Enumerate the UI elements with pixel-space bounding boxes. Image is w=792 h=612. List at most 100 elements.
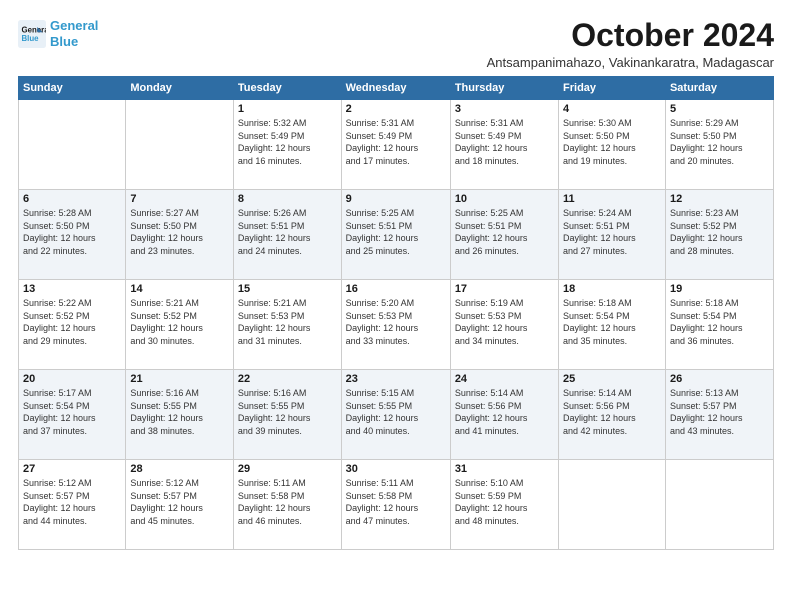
- day-info: Sunrise: 5:21 AM Sunset: 5:53 PM Dayligh…: [238, 297, 337, 347]
- day-number: 4: [563, 103, 661, 115]
- calendar-cell: 17Sunrise: 5:19 AM Sunset: 5:53 PM Dayli…: [450, 280, 558, 370]
- month-title: October 2024: [487, 18, 774, 53]
- col-monday: Monday: [126, 77, 234, 100]
- day-info: Sunrise: 5:32 AM Sunset: 5:49 PM Dayligh…: [238, 117, 337, 167]
- day-number: 28: [130, 463, 229, 475]
- calendar-cell: 14 Sunrise: 5:21 AM Sunset: 5:52 PM Dayli…: [126, 280, 234, 370]
- day-info: Sunrise: 5:21 AM Sunset: 5:52 PM Dayligh…: [130, 297, 229, 347]
- col-sunday: Sunday: [19, 77, 126, 100]
- calendar-cell: 1 Sunrise: 5:32 AM Sunset: 5:49 PM Daylig…: [233, 100, 341, 190]
- day-info: Sunrise: 5:25 AM Sunset: 5:51 PM Dayligh…: [346, 207, 446, 257]
- day-info: Sunrise: 5:17 AM Sunset: 5:54 PM Dayligh…: [23, 387, 121, 437]
- day-info: Sunrise: 5:18 AM Sunset: 5:54 PM Dayligh…: [670, 297, 769, 347]
- day-info: Sunrise: 5:20 AM Sunset: 5:53 PM Dayligh…: [346, 297, 446, 347]
- day-number: 14: [130, 283, 229, 295]
- day-info: Sunrise: 5:12 AM Sunset: 5:57 PM Dayligh…: [23, 477, 121, 527]
- calendar-cell: 15 Sunrise: 5:21 AM Sunset: 5:53 PM Dayli…: [233, 280, 341, 370]
- calendar-cell: 24 Sunrise: 5:14 AM Sunset: 5:56 PM Dayli…: [450, 370, 558, 460]
- calendar-cell: 10 Sunrise: 5:25 AM Sunset: 5:51 PM Dayli…: [450, 190, 558, 280]
- calendar-cell: [19, 100, 126, 190]
- logo-text: General Blue: [50, 18, 98, 49]
- svg-text:General: General: [22, 25, 47, 34]
- day-info: Sunrise: 5:12 AM Sunset: 5:57 PM Dayligh…: [130, 477, 229, 527]
- calendar-cell: 21Sunrise: 5:16 AM Sunset: 5:55 PM Dayli…: [126, 370, 234, 460]
- page: General Blue General Blue October 2024 A…: [0, 0, 792, 612]
- day-info: Sunrise: 5:19 AM Sunset: 5:53 PM Dayligh…: [455, 297, 554, 347]
- calendar-week-row: 1 Sunrise: 5:32 AM Sunset: 5:49 PM Daylig…: [19, 100, 774, 190]
- calendar-cell: 4 Sunrise: 5:30 AM Sunset: 5:50 PM Daylig…: [559, 100, 666, 190]
- day-info: Sunrise: 5:24 AM Sunset: 5:51 PM Dayligh…: [563, 207, 661, 257]
- calendar-cell: 13 Sunrise: 5:22 AM Sunset: 5:52 PM Dayli…: [19, 280, 126, 370]
- day-info: Sunrise: 5:26 AM Sunset: 5:51 PM Dayligh…: [238, 207, 337, 257]
- day-number: 16: [346, 283, 446, 295]
- day-number: 13: [23, 283, 121, 295]
- calendar-body: 1 Sunrise: 5:32 AM Sunset: 5:49 PM Daylig…: [19, 100, 774, 550]
- col-thursday: Thursday: [450, 77, 558, 100]
- calendar-cell: [559, 460, 666, 550]
- day-number: 6: [23, 193, 121, 205]
- day-info: Sunrise: 5:29 AM Sunset: 5:50 PM Dayligh…: [670, 117, 769, 167]
- day-number: 22: [238, 373, 337, 385]
- calendar-cell: 26 Sunrise: 5:13 AM Sunset: 5:57 PM Dayli…: [665, 370, 773, 460]
- calendar-week-row: 20Sunrise: 5:17 AM Sunset: 5:54 PM Dayli…: [19, 370, 774, 460]
- calendar-cell: 12Sunrise: 5:23 AM Sunset: 5:52 PM Dayli…: [665, 190, 773, 280]
- logo: General Blue General Blue: [18, 18, 98, 49]
- calendar-cell: 20Sunrise: 5:17 AM Sunset: 5:54 PM Dayli…: [19, 370, 126, 460]
- day-number: 9: [346, 193, 446, 205]
- day-number: 18: [563, 283, 661, 295]
- day-number: 24: [455, 373, 554, 385]
- day-number: 7: [130, 193, 229, 205]
- logo-blue: Blue: [50, 34, 78, 49]
- day-info: Sunrise: 5:16 AM Sunset: 5:55 PM Dayligh…: [238, 387, 337, 437]
- day-number: 10: [455, 193, 554, 205]
- day-info: Sunrise: 5:14 AM Sunset: 5:56 PM Dayligh…: [455, 387, 554, 437]
- day-number: 12: [670, 193, 769, 205]
- day-number: 2: [346, 103, 446, 115]
- logo-icon: General Blue: [18, 20, 46, 48]
- day-number: 5: [670, 103, 769, 115]
- day-info: Sunrise: 5:30 AM Sunset: 5:50 PM Dayligh…: [563, 117, 661, 167]
- calendar-cell: 22 Sunrise: 5:16 AM Sunset: 5:55 PM Dayli…: [233, 370, 341, 460]
- day-info: Sunrise: 5:31 AM Sunset: 5:49 PM Dayligh…: [455, 117, 554, 167]
- day-info: Sunrise: 5:11 AM Sunset: 5:58 PM Dayligh…: [238, 477, 337, 527]
- day-number: 23: [346, 373, 446, 385]
- calendar-cell: 29 Sunrise: 5:11 AM Sunset: 5:58 PM Dayli…: [233, 460, 341, 550]
- subtitle: Antsampanimahazo, Vakinankaratra, Madaga…: [487, 55, 774, 70]
- day-number: 11: [563, 193, 661, 205]
- day-number: 26: [670, 373, 769, 385]
- day-info: Sunrise: 5:13 AM Sunset: 5:57 PM Dayligh…: [670, 387, 769, 437]
- calendar-cell: 3Sunrise: 5:31 AM Sunset: 5:49 PM Daylig…: [450, 100, 558, 190]
- col-tuesday: Tuesday: [233, 77, 341, 100]
- day-number: 15: [238, 283, 337, 295]
- day-info: Sunrise: 5:10 AM Sunset: 5:59 PM Dayligh…: [455, 477, 554, 527]
- calendar-cell: 6Sunrise: 5:28 AM Sunset: 5:50 PM Daylig…: [19, 190, 126, 280]
- day-info: Sunrise: 5:18 AM Sunset: 5:54 PM Dayligh…: [563, 297, 661, 347]
- day-number: 31: [455, 463, 554, 475]
- calendar-cell: [665, 460, 773, 550]
- day-info: Sunrise: 5:25 AM Sunset: 5:51 PM Dayligh…: [455, 207, 554, 257]
- day-info: Sunrise: 5:16 AM Sunset: 5:55 PM Dayligh…: [130, 387, 229, 437]
- calendar-cell: 28 Sunrise: 5:12 AM Sunset: 5:57 PM Dayli…: [126, 460, 234, 550]
- calendar-header-row: Sunday Monday Tuesday Wednesday Thursday…: [19, 77, 774, 100]
- calendar-week-row: 6Sunrise: 5:28 AM Sunset: 5:50 PM Daylig…: [19, 190, 774, 280]
- calendar-cell: 19Sunrise: 5:18 AM Sunset: 5:54 PM Dayli…: [665, 280, 773, 370]
- day-info: Sunrise: 5:11 AM Sunset: 5:58 PM Dayligh…: [346, 477, 446, 527]
- header: General Blue General Blue October 2024 A…: [18, 18, 774, 70]
- day-number: 25: [563, 373, 661, 385]
- day-info: Sunrise: 5:15 AM Sunset: 5:55 PM Dayligh…: [346, 387, 446, 437]
- day-number: 29: [238, 463, 337, 475]
- day-number: 30: [346, 463, 446, 475]
- calendar-cell: 7Sunrise: 5:27 AM Sunset: 5:50 PM Daylig…: [126, 190, 234, 280]
- calendar-cell: 25Sunrise: 5:14 AM Sunset: 5:56 PM Dayli…: [559, 370, 666, 460]
- title-block: October 2024 Antsampanimahazo, Vakinanka…: [487, 18, 774, 70]
- logo-general: General: [50, 18, 98, 33]
- day-info: Sunrise: 5:22 AM Sunset: 5:52 PM Dayligh…: [23, 297, 121, 347]
- day-number: 1: [238, 103, 337, 115]
- calendar-cell: 30 Sunrise: 5:11 AM Sunset: 5:58 PM Dayli…: [341, 460, 450, 550]
- svg-text:Blue: Blue: [22, 34, 40, 43]
- calendar-cell: 27Sunrise: 5:12 AM Sunset: 5:57 PM Dayli…: [19, 460, 126, 550]
- col-saturday: Saturday: [665, 77, 773, 100]
- calendar-week-row: 27Sunrise: 5:12 AM Sunset: 5:57 PM Dayli…: [19, 460, 774, 550]
- calendar-cell: 11 Sunrise: 5:24 AM Sunset: 5:51 PM Dayli…: [559, 190, 666, 280]
- calendar-cell: 23 Sunrise: 5:15 AM Sunset: 5:55 PM Dayli…: [341, 370, 450, 460]
